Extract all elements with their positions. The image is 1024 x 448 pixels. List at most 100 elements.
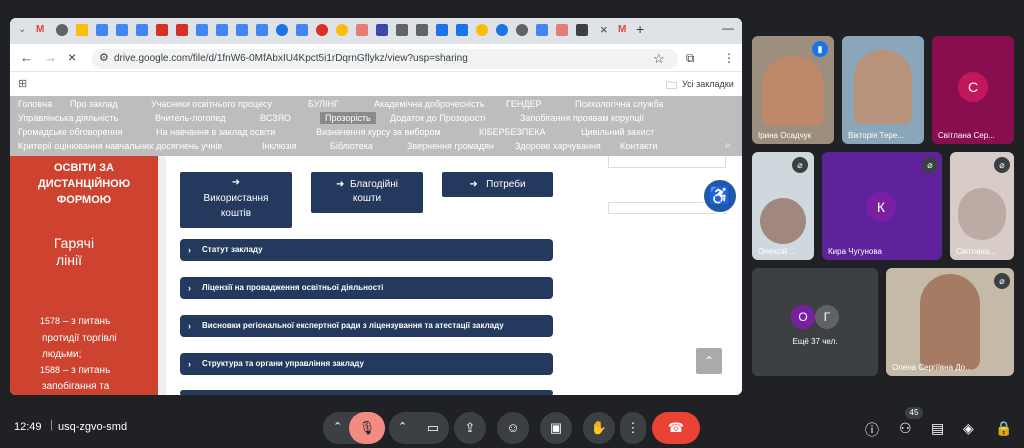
minimize-icon[interactable]: — <box>722 21 734 35</box>
participant-tile[interactable]: ⌀ Олексій ... <box>752 152 814 260</box>
nav-item[interactable]: Додаток до Прозорості <box>390 113 485 123</box>
nav-item[interactable]: Психологічна служба <box>575 99 663 109</box>
nav-item[interactable]: ВСЗЯО <box>260 113 291 123</box>
tab-favicon[interactable] <box>236 24 248 36</box>
nav-item[interactable]: Запобігання проявам корупції <box>520 113 644 123</box>
participant-tile[interactable]: Вікторія Тере... <box>842 36 924 144</box>
tab-favicon[interactable] <box>556 24 568 36</box>
tab-favicon[interactable] <box>376 24 388 36</box>
tab-favicon[interactable] <box>416 24 428 36</box>
accordion-item[interactable]: › Структура та органи управління закладу <box>180 353 553 375</box>
nav-item[interactable]: Інклюзія <box>262 141 297 151</box>
nav-item[interactable]: Визначення курсу за вибором <box>316 127 441 137</box>
close-icon[interactable]: × <box>600 22 608 37</box>
more-icon[interactable]: ⋮ <box>620 412 646 444</box>
tab-favicon[interactable] <box>316 24 328 36</box>
scroll-top-icon[interactable]: ⌃ <box>696 348 722 374</box>
nav-item[interactable]: Головна <box>18 99 52 109</box>
charity-funds-button[interactable]: ➜ Благодійні кошти <box>311 172 423 213</box>
folder-icon[interactable]: 🗀 <box>666 77 677 96</box>
usage-of-funds-button[interactable]: ➜ Використання коштів <box>180 172 292 228</box>
star-icon[interactable]: ☆ <box>653 51 665 67</box>
tab-favicon[interactable] <box>136 24 148 36</box>
all-bookmarks-label[interactable]: Усі закладки <box>682 79 734 89</box>
tab-favicon[interactable] <box>196 24 208 36</box>
needs-button[interactable]: ➜ Потреби <box>442 172 553 197</box>
search-icon[interactable]: ⌕ <box>725 140 731 151</box>
participant-tile[interactable]: ⌀ Світлана... <box>950 152 1014 260</box>
nav-item[interactable]: Контакти <box>620 141 657 151</box>
tab-favicon[interactable] <box>156 24 168 36</box>
lock-icon[interactable]: 🔒 <box>995 420 1012 437</box>
gmail-tab-icon[interactable]: M <box>36 24 44 35</box>
tab-favicon[interactable] <box>76 24 88 36</box>
nav-item[interactable]: Академічна доброчесність <box>374 99 484 109</box>
site-info-icon[interactable]: ⚙ <box>99 51 109 64</box>
accordion-item[interactable]: › Висновки регіональної експертної ради з… <box>180 315 553 337</box>
tab-favicon[interactable] <box>336 24 348 36</box>
new-tab-icon[interactable]: + <box>636 21 644 37</box>
url-text[interactable]: drive.google.com/file/d/1fnW6-0MfAbxIU4K… <box>114 53 468 64</box>
chevron-down-icon[interactable]: ⌄ <box>18 24 26 35</box>
tab-favicon[interactable] <box>576 24 588 36</box>
apps-icon[interactable]: ⊞ <box>18 77 27 90</box>
end-call-icon[interactable]: ☎ <box>652 412 700 444</box>
chevron-up-icon[interactable]: ⌃ <box>398 420 407 433</box>
tab-favicon[interactable] <box>476 24 488 36</box>
participant-tile[interactable]: ▮ Ірина Осадчук <box>752 36 834 144</box>
tab-favicon[interactable] <box>516 24 528 36</box>
tab-favicon[interactable] <box>176 24 188 36</box>
nav-item[interactable]: БУЛІНГ <box>308 99 339 109</box>
back-icon[interactable]: ← <box>20 50 33 65</box>
people-icon[interactable]: ⚇ <box>899 420 912 437</box>
nav-item[interactable]: На навчання в заклад освіти <box>156 127 275 137</box>
accordion-item[interactable] <box>180 390 553 395</box>
hand-icon[interactable]: ✋ <box>583 412 615 444</box>
tab-favicon[interactable] <box>436 24 448 36</box>
tab-favicon[interactable] <box>116 24 128 36</box>
mic-off-icon[interactable]: 🎙 <box>349 412 385 444</box>
camera-icon[interactable]: ▭ <box>417 412 449 444</box>
nav-item[interactable]: Вчитель-логопед <box>155 113 225 123</box>
present-icon[interactable]: ⇪ <box>454 412 486 444</box>
tab-favicon[interactable] <box>296 24 308 36</box>
nav-item[interactable]: Звернення громадян <box>407 141 494 151</box>
tab-favicon[interactable] <box>56 24 68 36</box>
close-icon[interactable]: × <box>68 49 76 65</box>
chevron-up-icon[interactable]: ⌃ <box>333 420 342 433</box>
nav-item[interactable]: Критерії оцінювання навчальних досягнень… <box>18 141 222 151</box>
tab-favicon[interactable] <box>356 24 368 36</box>
nav-item[interactable]: Здорове харчування <box>515 141 601 151</box>
nav-item[interactable]: КІБЕРБЕЗПЕКА <box>479 127 546 137</box>
captions-icon[interactable]: ▣ <box>540 412 572 444</box>
tab-favicon[interactable] <box>96 24 108 36</box>
tab-favicon[interactable] <box>496 24 508 36</box>
nav-item[interactable]: Цивільний захист <box>581 127 654 137</box>
nav-item[interactable]: ГЕНДЕР <box>506 99 541 109</box>
nav-item[interactable]: Учасники освітнього процесу <box>151 99 272 109</box>
info-icon[interactable]: ⓘ <box>865 420 879 440</box>
accordion-item[interactable]: › Статут закладу <box>180 239 553 261</box>
tab-favicon[interactable] <box>456 24 468 36</box>
participant-tile[interactable]: К ⌀ Кира Чугунова <box>822 152 942 260</box>
menu-icon[interactable]: ⋮ <box>723 51 735 65</box>
nav-item[interactable]: Управлінська діяльність <box>18 113 118 123</box>
tab-favicon[interactable] <box>536 24 548 36</box>
accordion-item[interactable]: › Ліцензії на провадження освітньої діяль… <box>180 277 553 299</box>
forward-icon[interactable]: → <box>44 50 57 65</box>
participant-tile[interactable]: ⌀ Олена Сергіївна До... <box>886 268 1014 376</box>
extension-icon[interactable]: ⧉ <box>686 51 695 66</box>
accessibility-icon[interactable]: ♿ <box>702 178 738 214</box>
nav-item-transparency[interactable]: Прозорість <box>320 112 376 124</box>
tab-favicon[interactable] <box>256 24 268 36</box>
tab-favicon[interactable] <box>276 24 288 36</box>
tab-favicon[interactable] <box>396 24 408 36</box>
nav-item[interactable]: Громадське обговорення <box>18 127 122 137</box>
gmail-tab-icon[interactable]: M <box>618 24 626 35</box>
tab-favicon[interactable] <box>216 24 228 36</box>
chat-icon[interactable]: ▤ <box>931 420 944 437</box>
nav-item[interactable]: Бібліотека <box>330 141 373 151</box>
emoji-icon[interactable]: ☺ <box>497 412 529 444</box>
more-participants-tile[interactable]: О Г Ещё 37 чел. <box>752 268 878 376</box>
activities-icon[interactable]: ◈ <box>963 420 974 437</box>
